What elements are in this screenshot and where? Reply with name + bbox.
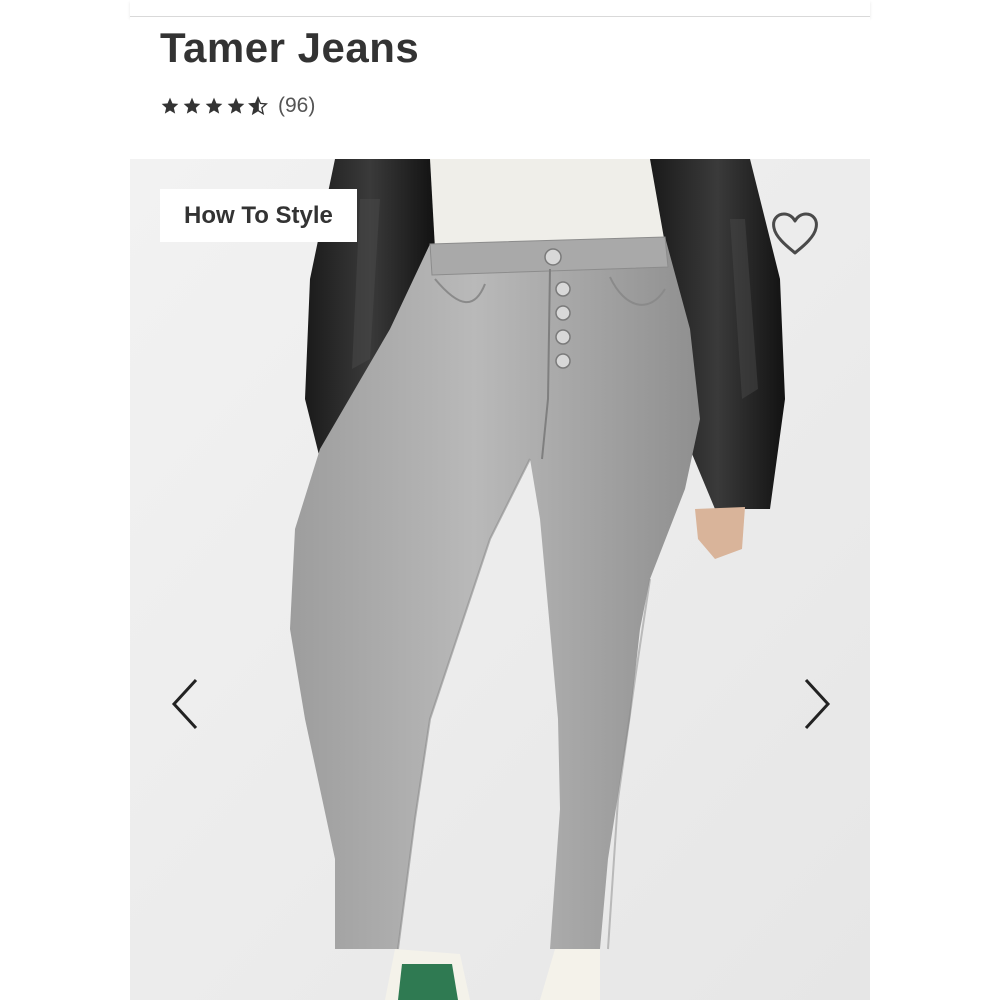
rating-stars: [160, 96, 268, 116]
star-icon: [227, 97, 245, 114]
product-page: Tamer Jeans (96) How To Style: [0, 0, 1000, 1000]
star-icon: [183, 97, 201, 114]
how-to-style-button[interactable]: How To Style: [160, 189, 357, 242]
product-image-gallery[interactable]: How To Style: [130, 159, 870, 1000]
product-title: Tamer Jeans: [160, 24, 420, 71]
review-count[interactable]: (96): [278, 94, 315, 118]
top-bar-edge: [130, 0, 870, 17]
product-photo: [130, 159, 870, 1000]
product-header: Tamer Jeans (96): [130, 17, 870, 159]
chevron-left-icon[interactable]: [166, 674, 206, 734]
star-half-icon: [248, 96, 268, 116]
heart-icon[interactable]: [770, 211, 820, 257]
chevron-right-icon[interactable]: [796, 674, 836, 734]
star-icon: [161, 97, 179, 114]
product-rating[interactable]: (96): [160, 91, 315, 121]
star-icon: [205, 97, 223, 114]
